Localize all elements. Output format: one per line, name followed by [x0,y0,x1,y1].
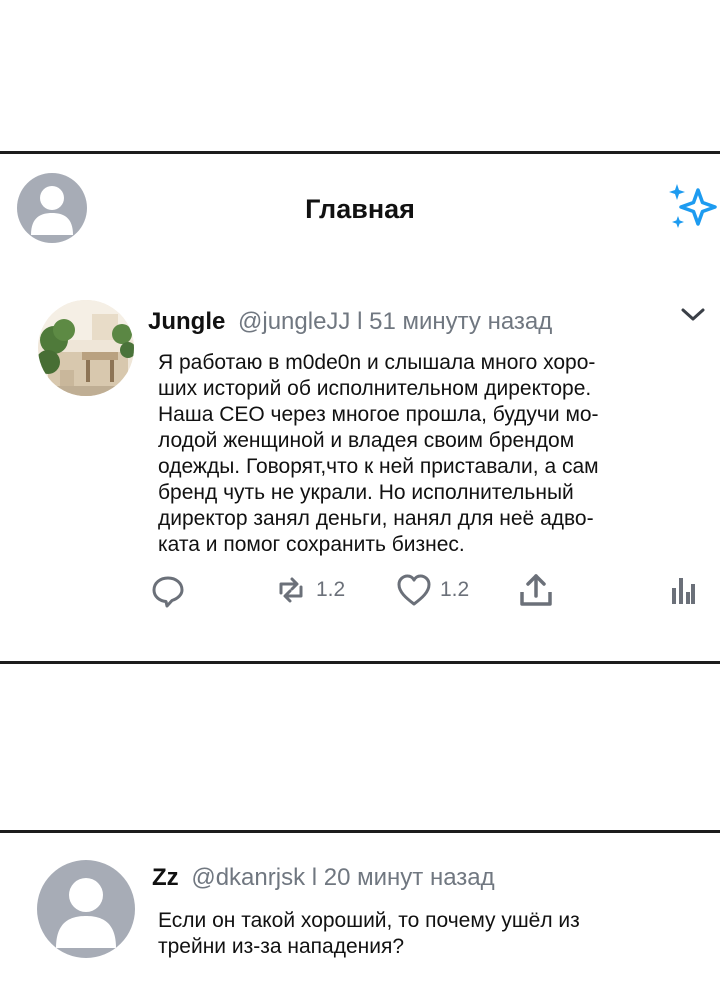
reply-text-line: трейни из-за нападения? [158,935,405,958]
analytics-icon [672,578,695,604]
reply-author-handle[interactable]: @dkanrjsk [191,864,305,891]
meta-separator: l [311,864,318,891]
reply-top-divider [0,830,720,833]
header-top-divider [0,151,720,154]
tweet-text-line: лодой женщиной и владея своим брендом [158,429,575,452]
tweet-text-line: Я работаю в m0de0n и слышала много хоро- [158,351,596,374]
tweet-text-line: ших историй об исполнительном директоре. [158,377,592,400]
reply-text-line: Если он такой хороший, то почему ушёл из [158,909,580,932]
tweet-text-line: директор занял деньги, нанял для неё адв… [158,507,594,530]
heart-icon [397,574,431,606]
tweet-text-line: одежды. Говорят,что к ней приставали, а … [158,455,599,478]
meta-separator: l [357,308,363,335]
retweet-icon [279,577,303,603]
reply-icon [152,576,184,608]
reply-user-avatar[interactable] [37,860,135,958]
reply-button[interactable] [150,570,186,610]
reply-text: Если он такой хороший, то почему ушёл из… [158,908,580,960]
page-title: Главная [305,194,415,224]
chevron-down-icon[interactable] [680,306,706,324]
retweet-count: 1.2 [316,578,346,601]
tweet-author-handle[interactable]: @jungleJJ [238,308,350,335]
share-button[interactable] [518,570,554,610]
like-count: 1.2 [440,578,470,601]
tweet-text-line: бренд чуть не украли. Но исполнительный [158,481,574,504]
retweet-button[interactable]: 1.2 [274,570,345,610]
tweet-header: Jungle @jungleJJ l 51 минуту назад [148,308,552,336]
tweet-bottom-divider [0,661,720,664]
like-button[interactable]: 1.2 [396,570,469,610]
share-icon [520,574,552,606]
tweet-author-name[interactable]: Jungle [148,308,225,335]
analytics-button[interactable] [670,570,696,610]
reply-timestamp[interactable]: 20 минут назад [324,864,495,891]
tweet-timestamp[interactable]: 51 минуту назад [369,308,552,335]
user-avatar-photo[interactable] [38,300,134,396]
tweet-text-line: Наша CEO через многое прошла, будучи мо- [158,403,599,426]
reply-header: Zz @dkanrjsk l 20 минут назад [152,864,495,892]
tweet-text-line: ката и помог сохранить бизнес. [158,533,465,556]
tweet-text: Я работаю в m0de0n и слышала много хоро-… [158,350,599,558]
reply-author-name[interactable]: Zz [152,864,179,891]
sparkle-icon[interactable] [664,180,720,234]
